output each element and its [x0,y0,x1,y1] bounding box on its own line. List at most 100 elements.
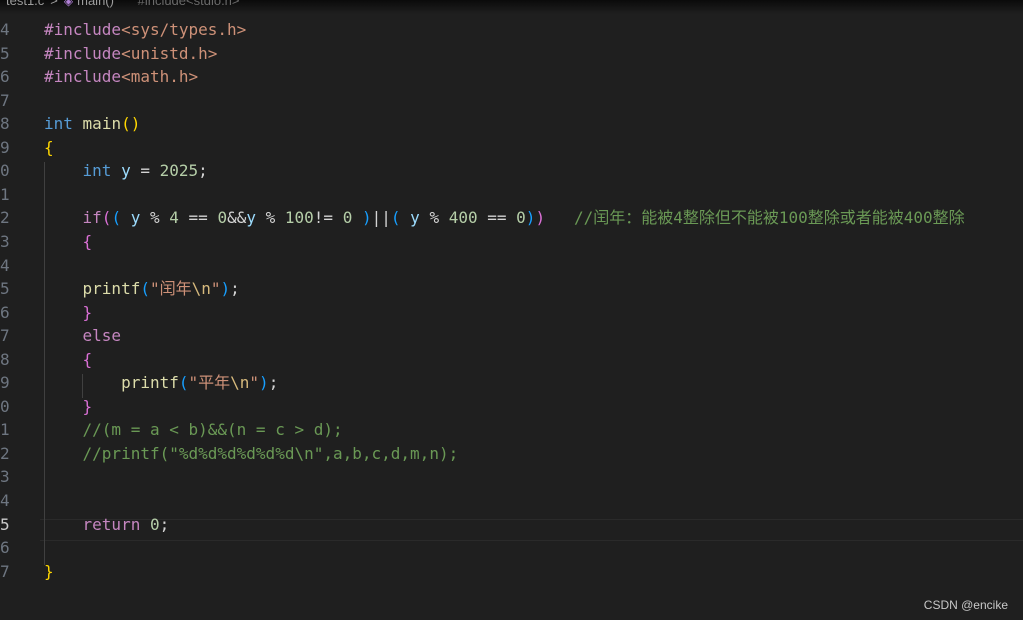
line-code: #include<unistd.h> [44,42,217,66]
line-number: 3 [0,231,10,251]
code-line[interactable]: 8 { [0,348,1023,372]
code-line[interactable]: 4 [0,489,1023,513]
code-token: ( [140,279,150,299]
code-token: ) [259,373,269,393]
code-token: "闰年 [149,279,192,299]
code-line[interactable]: 8 int main() [0,112,1023,136]
code-line[interactable]: 7} [0,560,1023,584]
code-token: % [255,208,285,228]
code-line[interactable]: 0 } [0,395,1023,419]
line-number: 3 [0,467,10,487]
code-line[interactable]: 2 if(( y % 4 == 0&&y % 100!= 0 )||( y % … [0,206,1023,230]
code-token: #include [44,43,122,63]
code-token: " [249,373,260,393]
code-token: ( [111,208,122,228]
code-token: ; [268,373,279,393]
code-line[interactable]: 7 else [0,324,1023,348]
line-number: 0 [0,161,10,181]
breadcrumb-file[interactable]: test1.c [6,0,44,8]
breadcrumb[interactable]: test1.c > ◈ main() #include<stdio.h> [0,0,1023,11]
code-token: 0 [217,208,228,228]
code-line[interactable]: 5 return 0; [0,513,1023,537]
code-line[interactable]: 6 #include<math.h> [0,65,1023,89]
code-token: <sys/types.h> [121,20,247,39]
line-code: printf("平年\n"); [44,371,278,395]
partial-line-above: #include<stdio.h> [137,0,240,8]
code-token: printf [82,279,141,299]
code-token: && [227,208,247,228]
code-line[interactable]: 1 [0,183,1023,207]
line-number: 4 [0,20,10,39]
code-token: ) [220,279,231,299]
code-token: ; [230,279,240,299]
code-line[interactable]: 0 int y = 2025; [0,159,1023,183]
watermark: CSDN @encike [923,598,1008,612]
code-token: int [82,161,112,181]
line-number: 7 [0,561,10,581]
code-token: ) [525,208,536,228]
line-code: int main() [44,112,140,136]
line-number: 1 [0,184,10,204]
code-editor[interactable]: 4 #include<sys/types.h> 5 #include<unistd.h… [0,0,1023,620]
line-number: 0 [0,396,10,416]
code-token: y [130,208,141,228]
code-line[interactable]: 3 [0,465,1023,489]
code-token: ( [178,373,189,393]
code-token: printf [121,373,179,393]
code-token: 4 [169,208,179,228]
line-code: if(( y % 4 == 0&&y % 100!= 0 )||( y % 40… [44,206,965,230]
code-line[interactable]: 6 [0,536,1023,560]
line-number: 2 [0,443,10,463]
code-line[interactable]: 3 { [0,230,1023,254]
code-token: \n [230,373,250,393]
code-token: 2025 [159,161,199,181]
code-token: " [210,279,221,299]
code-line[interactable]: 9{ [0,136,1023,160]
code-token: } [82,302,93,322]
code-line[interactable]: 5 #include<unistd.h> [0,42,1023,66]
line-code: //(m = a < b)&&(n = c > d); [44,418,343,442]
code-token: "平年 [188,373,231,393]
code-token: 0 [342,208,353,228]
code-line[interactable]: 5 printf("闰年\n"); [0,277,1023,301]
line-number: 7 [0,90,10,110]
code-token: //(m = a < b)&&(n = c > d); [82,420,343,440]
code-token: #include [44,67,122,87]
line-number: 6 [0,538,10,558]
line-code: #include<sys/types.h> [44,18,246,42]
code-token: { [82,231,93,251]
line-number: 4 [0,491,10,510]
code-token: //printf("%d%d%d%d%d%d\n",a,b,c,d,m,n); [82,443,459,463]
code-line[interactable]: 1 //(m = a < b)&&(n = c > d); [0,418,1023,442]
code-line[interactable]: 6 } [0,301,1023,325]
code-token: y [121,161,131,181]
code-line[interactable]: 4 #include<sys/types.h> [0,18,1023,42]
code-line[interactable]: 4 [0,254,1023,278]
code-line[interactable]: 2 //printf("%d%d%d%d%d%d\n",a,b,c,d,m,n)… [0,442,1023,466]
code-token: () [121,114,141,134]
line-number: 1 [0,420,10,440]
line-code: printf("闰年\n"); [44,277,240,301]
breadcrumb-function[interactable]: main() [77,0,114,8]
line-code: } [44,395,93,419]
line-code: } [44,560,54,584]
code-token: == [477,208,517,228]
code-token: if [82,208,102,228]
code-token: != [313,208,343,228]
code-token: = [130,161,160,181]
line-code: { [44,230,93,254]
code-line[interactable]: 7 [0,89,1023,113]
code-token: ) [535,208,546,228]
line-number: 2 [0,208,10,228]
code-token: { [82,349,93,369]
code-line[interactable]: 9 printf("平年\n"); [0,371,1023,395]
method-icon: ◈ [63,0,74,8]
